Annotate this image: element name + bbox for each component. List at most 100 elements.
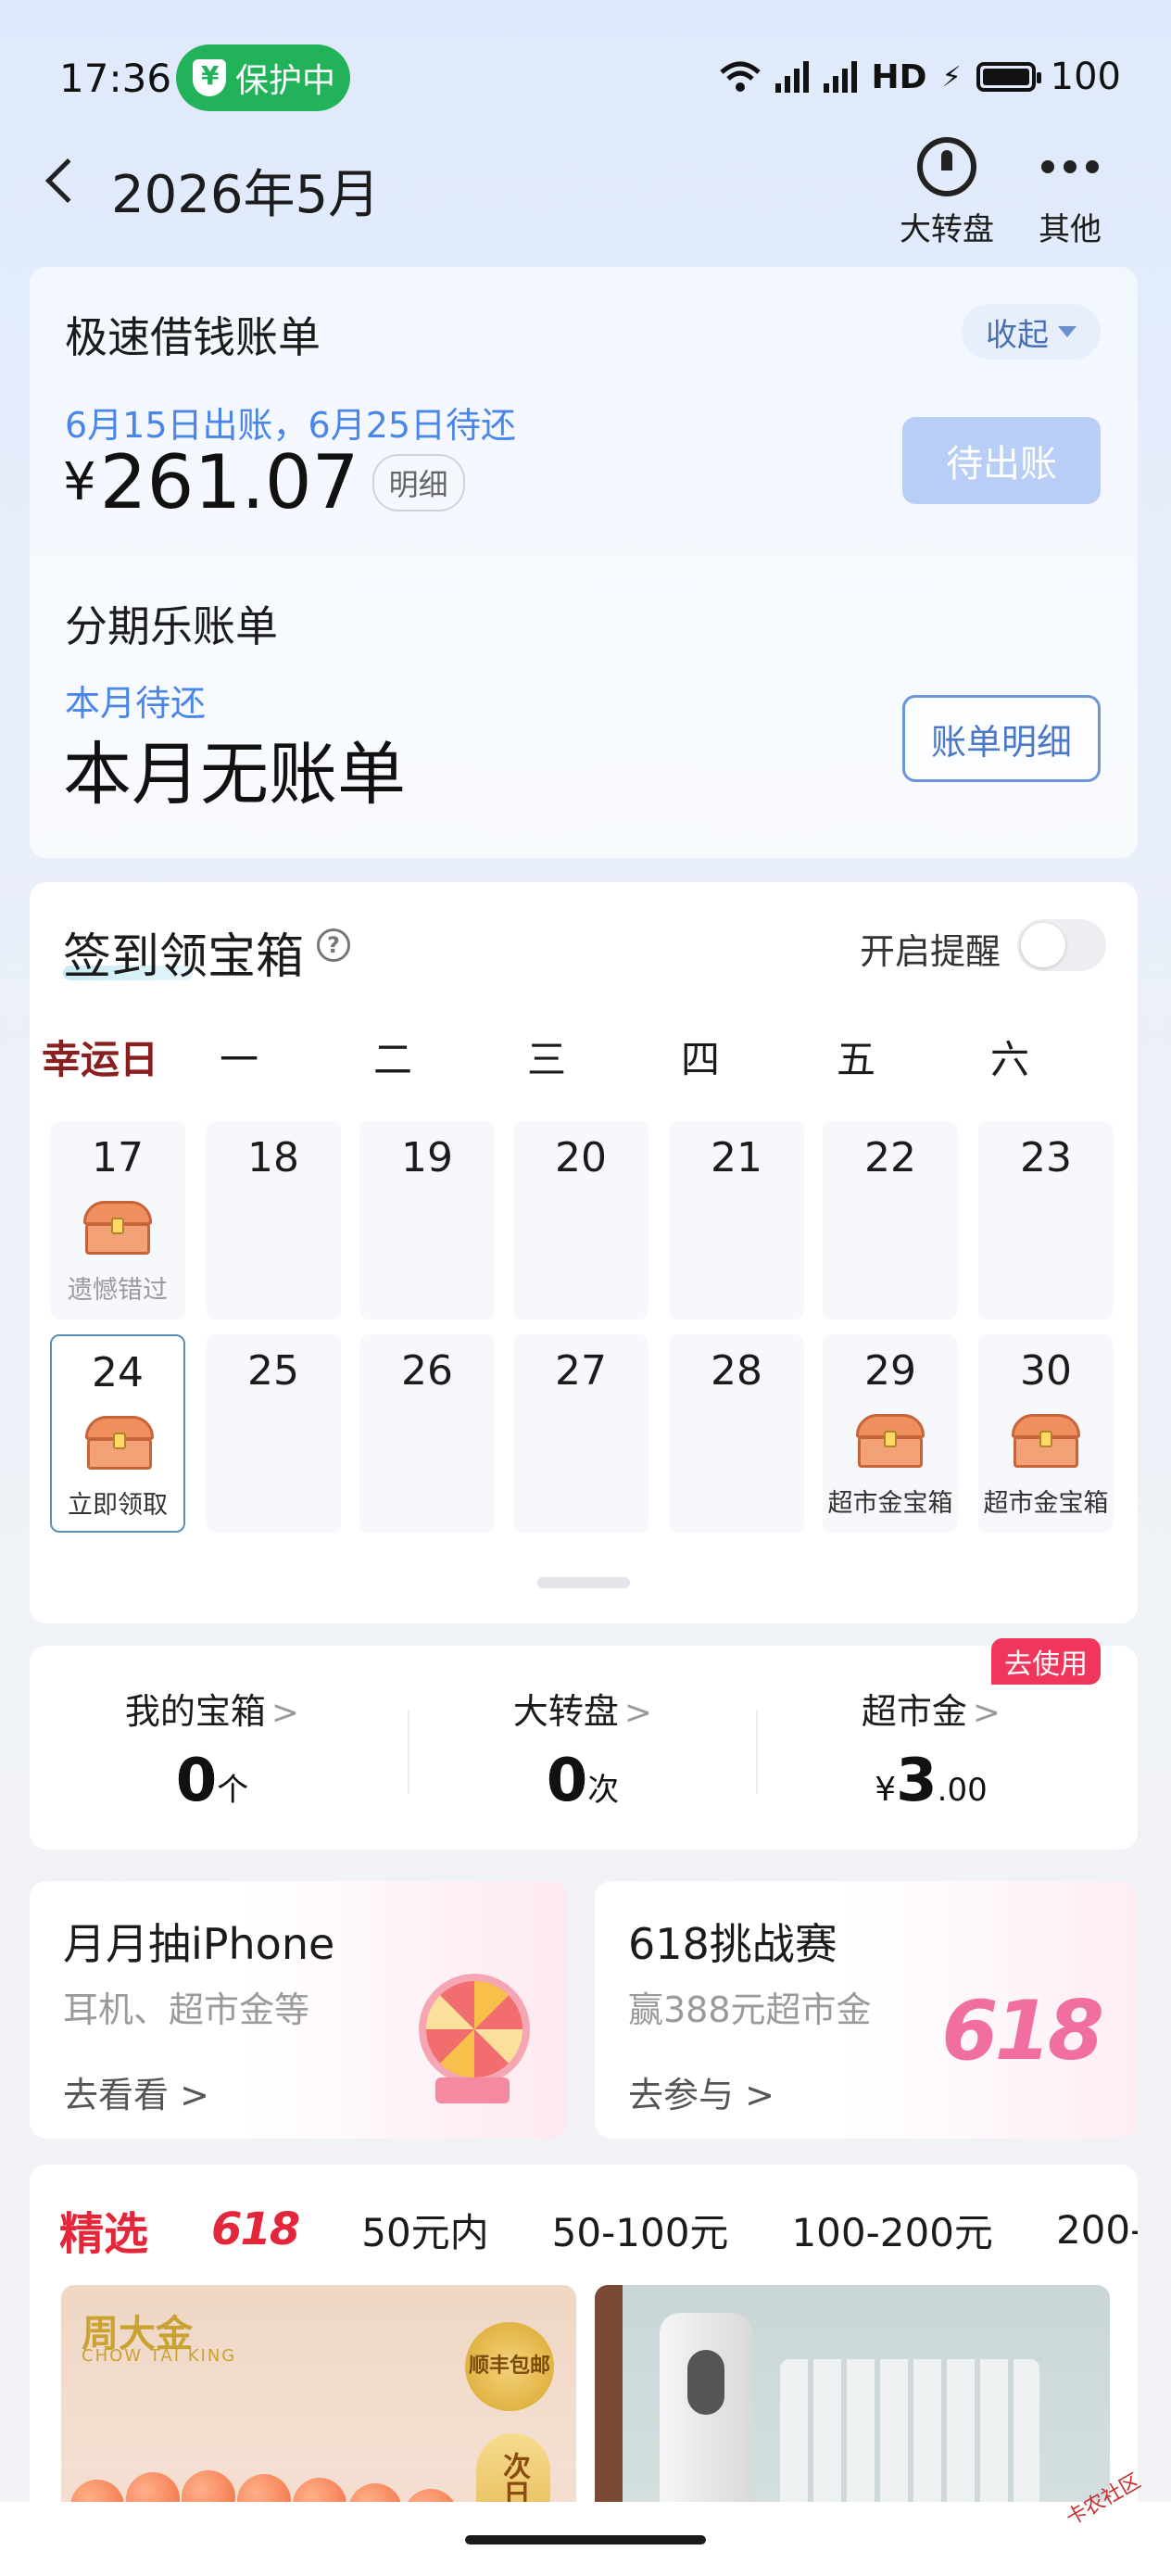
promo-subtitle: 赢388元超市金 bbox=[628, 1989, 872, 2030]
weekday-thu: 四 bbox=[680, 1037, 720, 1082]
weekday-sat: 六 bbox=[989, 1037, 1029, 1082]
cash-value: 3 bbox=[896, 1747, 938, 1815]
day-cell[interactable]: 28 bbox=[669, 1334, 804, 1533]
amount-detail-pill[interactable]: 明细 bbox=[371, 453, 465, 511]
day-number: 30 bbox=[1020, 1347, 1072, 1395]
pending-bill-button[interactable]: 待出账 bbox=[902, 417, 1101, 504]
collapse-label: 收起 bbox=[986, 316, 1049, 354]
day-cell[interactable]: 25 bbox=[206, 1334, 341, 1533]
weekday-lucky: 幸运日 bbox=[41, 1037, 158, 1082]
day-cell[interactable]: 30 超市金宝箱 bbox=[978, 1334, 1114, 1533]
page-title[interactable]: 2026年5月 bbox=[111, 153, 380, 228]
promo-link-label: 去参与 bbox=[628, 2075, 735, 2115]
wheel-stat-label: 大转盘 bbox=[512, 1691, 619, 1732]
claim-now-label: 立即领取 bbox=[68, 1491, 168, 1520]
status-bar: 17:36 保护中 HD ⚡ 100 bbox=[0, 0, 1171, 139]
wheel-stat[interactable]: 大转盘 > 0次 bbox=[430, 1683, 736, 1815]
tab-under-50[interactable]: 50元内 bbox=[361, 2202, 488, 2258]
tab-50-100[interactable]: 50-100元 bbox=[552, 2202, 729, 2258]
my-boxes-value: 0 bbox=[175, 1747, 218, 1815]
tab-featured[interactable]: 精选 bbox=[59, 2197, 148, 2262]
my-boxes-label: 我的宝箱 bbox=[124, 1691, 266, 1732]
back-arrow-icon[interactable] bbox=[44, 158, 91, 204]
installment-title: 分期乐账单 bbox=[65, 601, 278, 651]
weekday-mon: 一 bbox=[219, 1037, 258, 1082]
home-indicator[interactable] bbox=[465, 2535, 706, 2544]
day-cell-today[interactable]: 24 立即领取 bbox=[50, 1334, 185, 1533]
tab-618[interactable]: 618 bbox=[211, 2203, 300, 2255]
day-cell[interactable]: 20 bbox=[513, 1121, 648, 1320]
collapse-button[interactable]: 收起 bbox=[962, 304, 1101, 360]
day-cell[interactable]: 23 bbox=[978, 1121, 1114, 1320]
chest-reward-label: 超市金宝箱 bbox=[983, 1489, 1109, 1518]
day-number: 17 bbox=[92, 1134, 144, 1181]
day-number: 24 bbox=[92, 1349, 144, 1396]
use-now-badge[interactable]: 去使用 bbox=[991, 1638, 1101, 1685]
day-cell[interactable]: 26 bbox=[359, 1334, 495, 1533]
promo-618-card[interactable]: 618挑战赛 赢388元超市金 去参与 > 618 bbox=[595, 1881, 1138, 2139]
my-boxes-stat[interactable]: 我的宝箱 > 0个 bbox=[59, 1683, 365, 1815]
big-wheel-label: 大转盘 bbox=[900, 211, 994, 248]
tab-100-200[interactable]: 100-200元 bbox=[791, 2202, 993, 2258]
more-button[interactable]: 其他 bbox=[1019, 137, 1121, 248]
free-shipping-badge: 顺丰包邮 bbox=[465, 2322, 554, 2411]
bill-detail-button[interactable]: 账单明细 bbox=[902, 695, 1101, 782]
day-number: 29 bbox=[864, 1347, 916, 1395]
day-number: 21 bbox=[711, 1134, 762, 1181]
day-number: 22 bbox=[864, 1134, 916, 1181]
chevron-right-icon: > bbox=[745, 2075, 774, 2115]
cash-decimals: .00 bbox=[937, 1772, 988, 1809]
rewards-stats-card: 我的宝箱 > 0个 大转盘 > 0次 超市金 > ¥3.00 去使用 bbox=[30, 1638, 1138, 1850]
day-cell[interactable]: 17 遗憾错过 bbox=[50, 1121, 185, 1320]
chevron-right-icon: > bbox=[972, 1694, 1001, 1732]
day-number: 25 bbox=[247, 1347, 299, 1395]
promo-subtitle: 耳机、超市金等 bbox=[63, 1989, 310, 2030]
protection-label: 保护中 bbox=[235, 62, 336, 100]
divider bbox=[756, 1711, 758, 1794]
day-number: 23 bbox=[1020, 1134, 1072, 1181]
wheel-stat-value: 0 bbox=[546, 1747, 588, 1815]
protection-badge[interactable]: 保护中 bbox=[176, 44, 350, 111]
day-cell[interactable]: 19 bbox=[359, 1121, 495, 1320]
weekday-fri: 五 bbox=[836, 1037, 875, 1082]
signal-5g-icon-2 bbox=[823, 61, 857, 93]
scroll-indicator bbox=[537, 1577, 630, 1588]
bill-amount: ¥ 261.07 明细 bbox=[63, 439, 465, 525]
reminder-toggle[interactable] bbox=[1017, 919, 1106, 971]
day-number: 19 bbox=[401, 1134, 453, 1181]
help-icon[interactable]: ? bbox=[317, 928, 350, 962]
day-number: 20 bbox=[555, 1134, 607, 1181]
treasure-chest-icon bbox=[856, 1414, 925, 1468]
amount-value: 261.07 bbox=[99, 439, 359, 525]
promo-link[interactable]: 去看看 > bbox=[63, 2066, 209, 2117]
tab-200-500[interactable]: 200-50 bbox=[1056, 2207, 1138, 2253]
day-number: 26 bbox=[401, 1347, 453, 1395]
supermarket-cash-stat[interactable]: 超市金 > ¥3.00 bbox=[778, 1683, 1084, 1815]
bill-card: 极速借钱账单 收起 6月15日出账，6月25日待还 ¥ 261.07 明细 待出… bbox=[30, 267, 1138, 858]
status-time: 17:36 bbox=[59, 56, 172, 101]
caret-down-icon bbox=[1058, 326, 1077, 337]
chevron-right-icon: > bbox=[271, 1694, 300, 1732]
status-icons: HD ⚡ 100 bbox=[719, 56, 1121, 98]
more-label: 其他 bbox=[1039, 211, 1102, 248]
promo-link[interactable]: 去参与 > bbox=[628, 2066, 774, 2117]
wifi-icon bbox=[719, 61, 761, 92]
promo-iphone-card[interactable]: 月月抽iPhone 耳机、超市金等 去看看 > bbox=[30, 1881, 567, 2139]
installment-subtitle: 本月待还 bbox=[65, 683, 207, 724]
promo-618-art: 618 bbox=[941, 1983, 1104, 2078]
hd-label: HD bbox=[871, 57, 927, 96]
day-status: 遗憾错过 bbox=[68, 1276, 168, 1305]
brand-subtitle: CHOW TAI KING bbox=[82, 2346, 237, 2366]
day-cell[interactable]: 27 bbox=[513, 1334, 648, 1533]
big-wheel-button[interactable]: 大转盘 bbox=[896, 137, 998, 248]
checkin-card: 签到领宝箱 ? 开启提醒 幸运日 一 二 三 四 五 六 17 遗憾错过 18 … bbox=[30, 882, 1138, 1623]
promo-title: 618挑战赛 bbox=[628, 1919, 837, 1969]
day-cell[interactable]: 21 bbox=[669, 1121, 804, 1320]
more-dots-icon bbox=[1019, 137, 1121, 196]
day-cell[interactable]: 29 超市金宝箱 bbox=[823, 1334, 958, 1533]
chevron-right-icon: > bbox=[623, 1694, 653, 1732]
day-cell[interactable]: 22 bbox=[823, 1121, 958, 1320]
day-cell[interactable]: 18 bbox=[206, 1121, 341, 1320]
home-bar bbox=[0, 2502, 1171, 2576]
promo-link-label: 去看看 bbox=[63, 2075, 170, 2115]
